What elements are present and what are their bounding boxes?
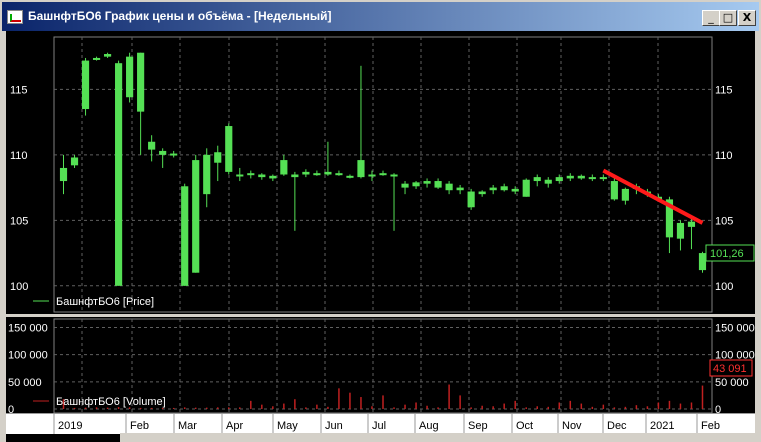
candle-body[interactable] [544,179,552,184]
candle-body[interactable] [511,188,519,192]
candle-body[interactable] [59,167,68,182]
candle-body[interactable] [621,188,629,201]
title-bar[interactable]: БашнфтБО6 График цены и объёма - [Недель… [2,2,759,31]
candle-body[interactable] [70,157,79,166]
candle-body[interactable] [687,221,696,227]
volume-y-tick-right: 50 000 [715,377,749,389]
time-axis-svg: 2019 Feb Mar Apr May Jun Jul Aug Sep Oct Nov Dec 202… [53,414,720,434]
candle-body[interactable] [103,54,112,57]
candle-body[interactable] [456,187,464,191]
volume-y-tick-left: 150 000 [8,322,48,334]
time-label: 2019 [58,420,82,432]
candle-body[interactable] [445,183,453,191]
maximize-button[interactable]: □ [719,10,737,26]
window-title: БашнфтБО6 График цены и объёма - [Недель… [28,9,332,23]
candle-body[interactable] [610,181,618,200]
time-label: Feb [701,420,720,432]
volume-legend: БашнфтБО6 [Volume] [56,396,166,408]
chart-svg: 115 115 110 110 105 105 100 100 101,26 БашнфтБО… [6,36,755,416]
time-label: Mar [178,420,197,432]
candle-body[interactable] [599,177,607,180]
candle-body[interactable] [401,183,409,188]
candle-body[interactable] [225,126,233,172]
status-strip [120,433,761,442]
price-y-tick-left: 100 [10,281,28,293]
time-label: Apr [226,420,243,432]
candle-body[interactable] [214,152,222,163]
candle-body[interactable] [192,160,200,273]
price-legend: БашнфтБО6 [Price] [56,296,154,308]
candle-body[interactable] [467,191,475,208]
candle-body[interactable] [555,177,563,182]
candle-body[interactable] [247,173,255,176]
price-y-tick-left: 110 [10,150,28,162]
candle-body[interactable] [137,52,145,112]
time-label: Jun [325,420,343,432]
price-y-tick-right: 105 [715,215,733,227]
candle-body[interactable] [676,222,685,239]
candle-body[interactable] [313,173,321,176]
candle-body[interactable] [181,186,189,286]
panel-divider[interactable] [6,314,755,317]
volume-y-tick-left: 100 000 [8,350,48,362]
candle-body[interactable] [335,173,343,176]
candle-body[interactable] [489,187,497,191]
candle-body[interactable] [346,175,354,178]
candle-body[interactable] [368,174,376,177]
candle-body[interactable] [324,171,332,175]
candle-body[interactable] [478,191,486,195]
time-axis[interactable]: 2019 Feb Mar Apr May Jun Jul Aug Sep Oct Nov Dec 202… [6,413,755,434]
candle-body[interactable] [533,177,541,182]
candle-body[interactable] [148,141,156,150]
chart-app-icon [7,10,23,24]
candle-body[interactable] [92,57,101,60]
candle-body[interactable] [302,171,310,175]
candle-body[interactable] [577,175,585,179]
candle-body[interactable] [390,174,398,177]
price-y-tick-right: 100 [715,281,733,293]
volume-y-tick-left: 50 000 [8,377,42,389]
candle-body[interactable] [379,173,387,176]
candle-body[interactable] [126,56,134,98]
app-window: БашнфтБО6 График цены и объёма - [Недель… [0,0,761,442]
time-label: Dec [607,420,627,432]
price-y-tick-left: 115 [10,84,28,96]
candle-body[interactable] [170,153,178,156]
price-y-tick-left: 105 [10,215,28,227]
price-y-tick-right: 110 [715,150,733,162]
candle-body[interactable] [423,181,431,184]
candle-body[interactable] [412,182,420,187]
candle-body[interactable] [115,63,123,286]
candle-body[interactable] [500,186,508,191]
time-label: Nov [562,420,582,432]
candle-body[interactable] [357,160,365,178]
candle-body[interactable] [81,60,90,110]
time-label: Aug [419,420,439,432]
candle-body[interactable] [698,253,707,271]
time-label: 2021 [650,420,674,432]
chart-area[interactable]: 115 115 110 110 105 105 100 100 101,26 БашнфтБО… [6,31,755,442]
volume-y-tick-right: 150 000 [715,322,755,334]
candle-body[interactable] [280,160,288,175]
candle-body[interactable] [522,179,530,197]
last-price-value: 101,26 [710,248,744,260]
time-label: Oct [516,420,533,432]
time-label: Jul [372,420,386,432]
candle-body[interactable] [291,174,299,178]
candle-body[interactable] [236,174,244,177]
candle-body[interactable] [258,174,266,178]
candle-body[interactable] [159,150,167,155]
time-label: May [277,420,298,432]
last-volume-value: 43 091 [713,363,747,375]
candle-body[interactable] [588,177,596,180]
close-button[interactable]: X [738,10,756,26]
price-y-tick-right: 115 [715,84,733,96]
candle-body[interactable] [269,175,277,179]
time-label: Sep [468,420,488,432]
candle-body[interactable] [566,175,574,179]
candle-body[interactable] [203,154,211,195]
candle-body[interactable] [434,181,442,188]
minimize-button[interactable]: _ [702,10,720,26]
time-label: Feb [130,420,149,432]
